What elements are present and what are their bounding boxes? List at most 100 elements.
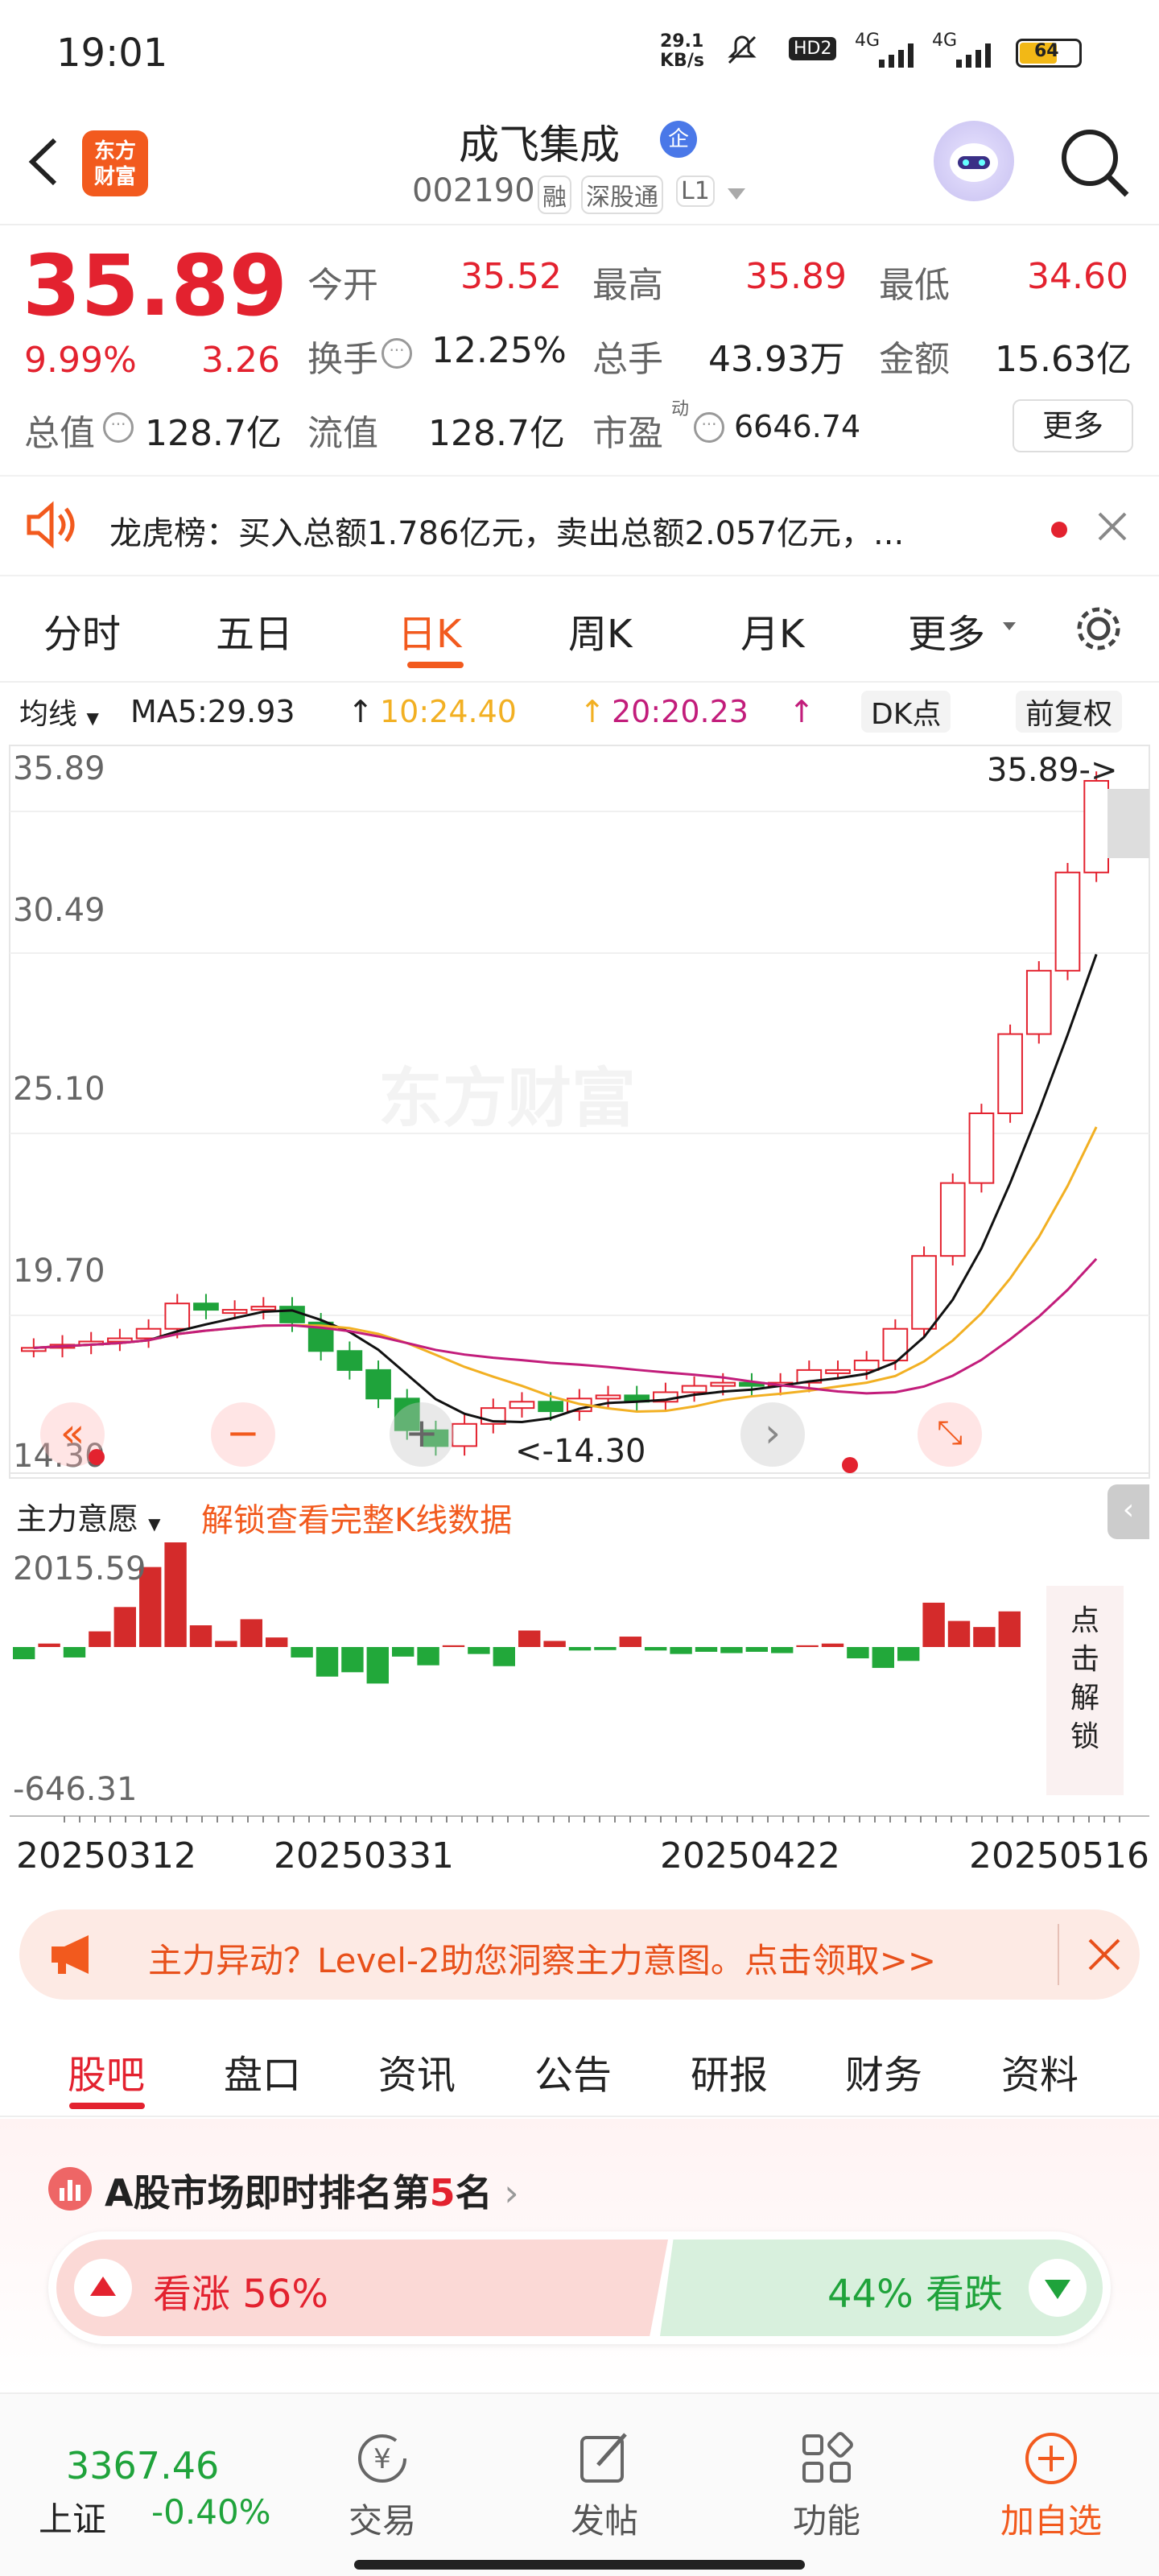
tick-2: 30.49	[13, 892, 105, 929]
post-tab[interactable]: 发帖	[552, 2426, 657, 2547]
open-value: 35.52	[460, 256, 562, 297]
sub-tick-min: -646.31	[13, 1771, 138, 1808]
triangle-down-icon	[1001, 620, 1017, 635]
chart-toolbar: 均线 ▼ MA5:29.93 ↑ 10:24.40 ↑ 20:20.23 ↑ D…	[0, 684, 1159, 741]
bear-icon[interactable]	[1029, 2259, 1087, 2317]
index-name: 上证	[39, 2500, 107, 2539]
speaker-icon	[24, 501, 80, 552]
megaphone-icon	[48, 1932, 105, 1980]
clock: 19:01	[56, 31, 168, 76]
tab-forum[interactable]: 股吧	[68, 2043, 145, 2099]
close-icon[interactable]	[1087, 1937, 1122, 1975]
function-tab[interactable]: 功能	[774, 2426, 879, 2547]
adjust-button[interactable]: 前复权	[1016, 691, 1123, 733]
search-icon[interactable]	[1054, 122, 1135, 206]
bull-fill[interactable]	[56, 2240, 668, 2336]
vote-bar: 看涨 56% 44% 看跌	[48, 2231, 1111, 2344]
expand-icon[interactable]: ⤡	[918, 1402, 982, 1467]
stock-name: 成飞集成	[459, 122, 620, 168]
volume-label: 总手	[592, 339, 663, 380]
add-watchlist-tab[interactable]: 加自选	[979, 2426, 1124, 2547]
dk-button[interactable]: DK点	[861, 691, 951, 733]
next-icon[interactable]: ›	[740, 1402, 805, 1467]
rank-text[interactable]: A股市场即时排名第5名 ›	[105, 2164, 519, 2217]
ma-selector[interactable]: 均线 ▼	[13, 691, 105, 733]
candle-body	[452, 1422, 477, 1447]
tab-finance[interactable]: 财务	[845, 2043, 922, 2099]
fund-bar	[13, 1647, 35, 1660]
date-3: 20250422	[660, 1835, 840, 1876]
tab-active-indicator	[69, 2103, 145, 2109]
ma20-line	[33, 1257, 1098, 1395]
tick-4: 19.70	[13, 1253, 105, 1290]
tick-3: 25.10	[13, 1071, 105, 1108]
fund-bar	[493, 1647, 515, 1666]
tag-level: L1	[676, 175, 715, 207]
sub-indicator-label[interactable]: 主力意愿 ▼	[16, 1494, 161, 1538]
tab-daily[interactable]: 日K	[398, 602, 461, 658]
tab-announcement[interactable]: 公告	[534, 2043, 612, 2099]
tag-margin: 融	[538, 175, 571, 214]
watermark: 东方财富	[378, 1061, 636, 1136]
level2-promo[interactable]: 主力异动？Level-2助您洞察主力意图。点击领取>>	[19, 1909, 1140, 2000]
candle-body	[939, 1182, 966, 1257]
pe-label: 市盈	[592, 413, 663, 454]
tab-order-book[interactable]: 盘口	[224, 2043, 301, 2099]
ma10-value: 10:24.40	[380, 694, 517, 729]
signal-icon-2	[955, 40, 1003, 72]
tab-weekly[interactable]: 周K	[568, 602, 632, 658]
kline-chart[interactable]: 东方财富 35.89 30.49 25.10 19.70 14.30 35.89…	[0, 741, 1159, 1481]
app-logo: 东方 财富	[82, 130, 148, 196]
net-label-2: 4G	[932, 31, 958, 51]
event-dot-2[interactable]	[842, 1457, 858, 1473]
gear-icon[interactable]	[1070, 601, 1127, 660]
chart-icon	[48, 2167, 92, 2211]
candle-body	[825, 1368, 851, 1374]
ma10-line	[33, 1126, 1098, 1413]
zoom-out-icon[interactable]: −	[211, 1402, 275, 1467]
tab-monthly[interactable]: 月K	[740, 602, 804, 658]
tab-5day[interactable]: 五日	[216, 602, 293, 658]
sub-svg	[10, 1542, 1149, 1823]
scroll-handle[interactable]	[1107, 789, 1149, 858]
unlock-link[interactable]: 解锁查看完整K线数据	[201, 1494, 512, 1541]
candle-body	[968, 1112, 995, 1184]
tab-active-indicator	[407, 662, 464, 668]
index-widget[interactable]: 3367.46 上证 -0.40%	[32, 2418, 290, 2547]
tab-news[interactable]: 资讯	[378, 2043, 456, 2099]
fund-bar	[897, 1647, 920, 1662]
info-icon[interactable]: ···	[382, 338, 412, 369]
fund-bar	[947, 1620, 971, 1647]
back-icon[interactable]	[23, 134, 63, 193]
robot-avatar[interactable]	[934, 121, 1014, 201]
close-icon[interactable]	[1096, 510, 1128, 546]
home-indicator	[354, 2560, 805, 2570]
dragon-tiger-notice[interactable]: 龙虎榜：买入总额1.786亿元，卖出总额2.057亿元，...	[0, 475, 1159, 576]
info-icon-2[interactable]: ···	[103, 412, 134, 443]
fund-bar	[771, 1647, 794, 1653]
dropdown-icon[interactable]	[726, 187, 747, 204]
fcap-value: 128.7亿	[428, 413, 565, 454]
candle-body	[853, 1360, 880, 1371]
unread-dot	[1051, 522, 1067, 538]
candle-body	[1054, 871, 1081, 972]
tab-intraday[interactable]: 分时	[43, 602, 121, 658]
svg-text:¥: ¥	[373, 2443, 391, 2475]
event-dot[interactable]	[89, 1449, 105, 1465]
zoom-in-icon[interactable]: +	[390, 1402, 454, 1467]
fund-bar	[872, 1647, 894, 1668]
info-icon-3[interactable]: ···	[694, 412, 724, 443]
trade-tab[interactable]: ¥ 交易	[330, 2426, 435, 2547]
date-2: 20250331	[274, 1835, 454, 1876]
candle-body	[279, 1306, 305, 1323]
more-button[interactable]: 更多	[1013, 399, 1133, 452]
collapse-icon[interactable]: ‹	[1107, 1484, 1149, 1539]
tab-research[interactable]: 研报	[691, 2043, 768, 2099]
content-tabs: 股吧 盘口 资讯 公告 研报 财务 资料	[0, 2013, 1159, 2117]
fund-bar	[695, 1647, 718, 1652]
bull-icon[interactable]	[74, 2259, 132, 2317]
unlock-side-button[interactable]: 点 击 解 锁	[1046, 1586, 1124, 1795]
tab-more[interactable]: 更多	[908, 602, 985, 658]
candle-body	[710, 1381, 736, 1387]
tab-profile[interactable]: 资料	[1001, 2043, 1079, 2099]
